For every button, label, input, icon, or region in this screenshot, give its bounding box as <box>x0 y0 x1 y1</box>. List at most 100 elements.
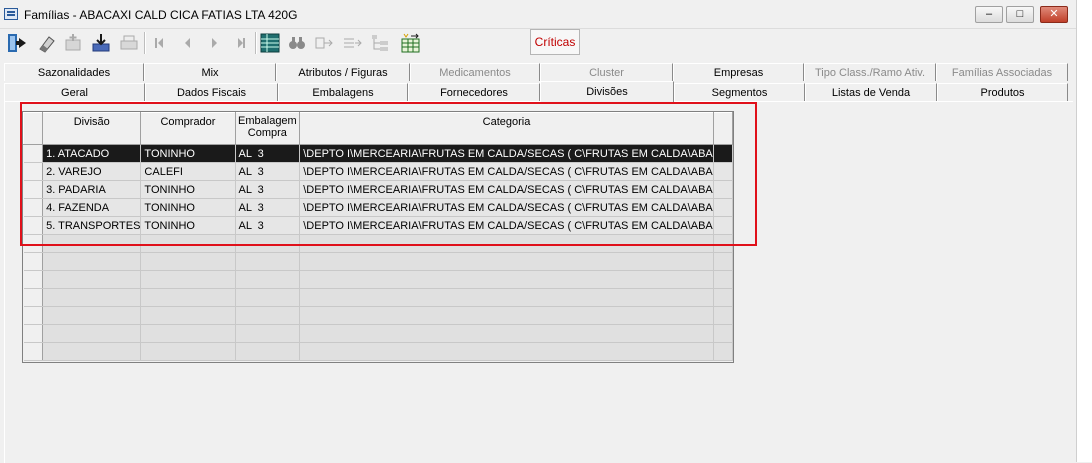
table-row[interactable]: 4. FAZENDA TONINHO AL 3 \DEPTO I\MERCEAR… <box>23 198 733 217</box>
last-record-button[interactable] <box>228 30 254 56</box>
cell-comprador[interactable]: CALEFI <box>140 162 236 181</box>
cell-embalagem[interactable]: AL 3 <box>235 198 301 217</box>
link-button[interactable] <box>311 30 337 56</box>
grid-view-button[interactable] <box>257 30 283 56</box>
tab-tipo-class-ramo-ativ[interactable]: Tipo Class./Ramo Ativ. <box>804 63 936 81</box>
empty-cell[interactable] <box>235 252 301 271</box>
cell-categoria[interactable]: \DEPTO I\MERCEARIA\FRUTAS EM CALDA/SECAS… <box>299 144 714 163</box>
cell-divisao[interactable]: 2. VAREJO <box>42 162 142 181</box>
table-row[interactable]: 2. VAREJO CALEFI AL 3 \DEPTO I\MERCEARIA… <box>23 162 733 181</box>
cell-divisao[interactable]: 5. TRANSPORTES <box>42 216 142 235</box>
cell-categoria[interactable]: \DEPTO I\MERCEARIA\FRUTAS EM CALDA/SECAS… <box>299 216 714 235</box>
empty-cell[interactable] <box>42 252 142 271</box>
tab-medicamentos[interactable]: Medicamentos <box>410 63 540 81</box>
column-header-embalagem-compra[interactable]: Embalagem Compra <box>234 112 301 145</box>
empty-cell[interactable] <box>140 342 236 361</box>
empty-cell[interactable] <box>140 288 236 307</box>
empty-cell[interactable] <box>140 324 236 343</box>
cell-categoria[interactable]: \DEPTO I\MERCEARIA\FRUTAS EM CALDA/SECAS… <box>299 198 714 217</box>
empty-cell[interactable] <box>299 306 714 325</box>
empty-cell[interactable] <box>42 270 142 289</box>
empty-row[interactable] <box>23 342 733 361</box>
empty-cell[interactable] <box>299 324 714 343</box>
tab-listas-de-venda[interactable]: Listas de Venda <box>805 83 937 101</box>
empty-row[interactable] <box>23 288 733 307</box>
tab-embalagens[interactable]: Embalagens <box>278 83 408 101</box>
empty-cell[interactable] <box>235 234 301 253</box>
empty-cell[interactable] <box>235 270 301 289</box>
empty-cell[interactable] <box>42 342 142 361</box>
first-record-button[interactable] <box>146 30 172 56</box>
empty-row[interactable] <box>23 324 733 343</box>
cell-embalagem[interactable]: AL 3 <box>235 162 301 181</box>
tab-fornecedores[interactable]: Fornecedores <box>408 83 540 101</box>
tab-geral[interactable]: Geral <box>4 83 145 101</box>
cell-divisao[interactable]: 1. ATACADO <box>42 144 142 163</box>
next-record-button[interactable] <box>201 30 227 56</box>
column-header-divisao[interactable]: Divisão <box>42 112 142 145</box>
tab-dados-fiscais[interactable]: Dados Fiscais <box>145 83 278 101</box>
tab-divisoes[interactable]: Divisões <box>540 81 674 102</box>
minimize-button[interactable]: – <box>975 6 1003 23</box>
empty-cell[interactable] <box>140 252 236 271</box>
tab-mix[interactable]: Mix <box>144 63 276 81</box>
table-row[interactable]: 5. TRANSPORTES TONINHO AL 3 \DEPTO I\MER… <box>23 216 733 235</box>
tree-button[interactable] <box>367 30 393 56</box>
divisions-grid[interactable]: Divisão Comprador Embalagem Compra Catego… <box>22 111 734 363</box>
empty-cell[interactable] <box>235 342 301 361</box>
empty-cell[interactable] <box>299 252 714 271</box>
exit-button[interactable] <box>4 30 30 56</box>
search-button[interactable] <box>284 30 310 56</box>
empty-cell[interactable] <box>42 306 142 325</box>
empty-cell[interactable] <box>299 270 714 289</box>
cell-comprador[interactable]: TONINHO <box>140 216 236 235</box>
maximize-button[interactable]: □ <box>1006 6 1034 23</box>
add-button[interactable] <box>60 30 86 56</box>
empty-cell[interactable] <box>42 234 142 253</box>
empty-cell[interactable] <box>42 288 142 307</box>
tab-produtos[interactable]: Produtos <box>937 83 1068 101</box>
empty-row[interactable] <box>23 306 733 325</box>
tab-empresas[interactable]: Empresas <box>673 63 804 81</box>
criticas-button[interactable]: Críticas <box>530 29 580 55</box>
empty-cell[interactable] <box>140 306 236 325</box>
tab-sazonalidades[interactable]: Sazonalidades <box>4 63 144 81</box>
empty-cell[interactable] <box>235 288 301 307</box>
empty-row[interactable] <box>23 234 733 253</box>
empty-cell[interactable] <box>235 306 301 325</box>
column-header-categoria[interactable]: Categoria <box>299 112 714 145</box>
cell-embalagem[interactable]: AL 3 <box>235 216 301 235</box>
cell-divisao[interactable]: 4. FAZENDA <box>42 198 142 217</box>
tab-familias-associadas[interactable]: Famílias Associadas <box>936 63 1068 81</box>
empty-cell[interactable] <box>42 324 142 343</box>
empty-cell[interactable] <box>140 234 236 253</box>
column-header-comprador[interactable]: Comprador <box>140 112 236 145</box>
empty-cell[interactable] <box>299 234 714 253</box>
empty-cell[interactable] <box>140 270 236 289</box>
download-button[interactable] <box>88 30 114 56</box>
cell-comprador[interactable]: TONINHO <box>140 144 236 163</box>
export-button[interactable] <box>339 30 365 56</box>
print-button[interactable] <box>116 30 142 56</box>
empty-row[interactable] <box>23 270 733 289</box>
tab-atributos-figuras[interactable]: Atributos / Figuras <box>276 63 410 81</box>
empty-cell[interactable] <box>299 342 714 361</box>
cell-categoria[interactable]: \DEPTO I\MERCEARIA\FRUTAS EM CALDA/SECAS… <box>299 180 714 199</box>
previous-record-button[interactable] <box>174 30 200 56</box>
cell-comprador[interactable]: TONINHO <box>140 198 236 217</box>
empty-cell[interactable] <box>235 324 301 343</box>
cell-divisao[interactable]: 3. PADARIA <box>42 180 142 199</box>
cell-embalagem[interactable]: AL 3 <box>235 180 301 199</box>
cell-categoria[interactable]: \DEPTO I\MERCEARIA\FRUTAS EM CALDA/SECAS… <box>299 162 714 181</box>
cell-comprador[interactable]: TONINHO <box>140 180 236 199</box>
table-settings-button[interactable] <box>397 30 423 56</box>
table-row[interactable]: 1. ATACADO TONINHO AL 3 \DEPTO I\MERCEAR… <box>23 144 733 163</box>
table-row[interactable]: 3. PADARIA TONINHO AL 3 \DEPTO I\MERCEAR… <box>23 180 733 199</box>
close-button[interactable]: ✕ <box>1040 6 1068 23</box>
tab-segmentos[interactable]: Segmentos <box>674 83 805 101</box>
cell-embalagem[interactable]: AL 3 <box>235 144 301 163</box>
empty-cell[interactable] <box>299 288 714 307</box>
tab-cluster[interactable]: Cluster <box>540 63 673 81</box>
empty-row[interactable] <box>23 252 733 271</box>
clear-button[interactable] <box>33 30 59 56</box>
